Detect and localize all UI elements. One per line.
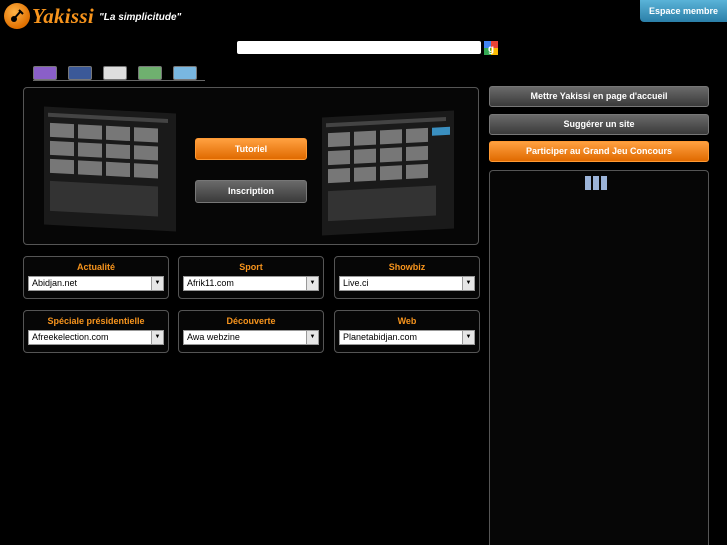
select-value: Abidjan.net [32, 278, 78, 288]
category-title: Spéciale présidentielle [47, 316, 145, 326]
select-value: Planetabidjan.com [343, 332, 418, 342]
tab-skype[interactable] [173, 66, 197, 80]
category-panel-showbiz: Showbiz Live.ci ▼ [334, 256, 480, 299]
contest-button[interactable]: Participer au Grand Jeu Concours [489, 141, 709, 162]
suggest-site-button[interactable]: Suggérer un site [489, 114, 709, 135]
category-title: Découverte [226, 316, 276, 326]
category-select[interactable]: Awa webzine ▼ [183, 330, 319, 345]
category-title: Actualité [76, 262, 115, 272]
slogan: "La simplicitude" [99, 12, 182, 23]
category-panel-web: Web Planetabidjan.com ▼ [334, 310, 480, 353]
select-value: Awa webzine [187, 332, 240, 342]
google-icon[interactable]: g [484, 41, 498, 55]
category-title: Showbiz [388, 262, 426, 272]
tutorial-button[interactable]: Tutoriel [195, 138, 307, 160]
category-panel-presidentielle: Spéciale présidentielle Afreekelection.c… [23, 310, 169, 353]
category-select[interactable]: Abidjan.net ▼ [28, 276, 164, 291]
member-area-button[interactable]: Espace membre [640, 0, 727, 22]
select-value: Afrik11.com [187, 278, 234, 288]
tabs-divider [33, 80, 205, 81]
logo-text: Yakissi [32, 3, 95, 28]
category-select[interactable]: Afreekelection.com ▼ [28, 330, 164, 345]
search-input[interactable] [237, 41, 481, 54]
guitar-logo-icon [4, 3, 30, 29]
signup-button[interactable]: Inscription [195, 180, 307, 203]
category-panel-sport: Sport Afrik11.com ▼ [178, 256, 324, 299]
category-select[interactable]: Afrik11.com ▼ [183, 276, 319, 291]
chevron-down-icon[interactable]: ▼ [151, 331, 163, 344]
category-title: Web [397, 316, 417, 326]
screenshot-preview-left [44, 106, 176, 232]
chevron-down-icon[interactable]: ▼ [462, 277, 474, 290]
presentation-panel: Tutoriel Inscription [23, 87, 479, 245]
chevron-down-icon[interactable]: ▼ [306, 277, 318, 290]
tab-yahoo[interactable] [33, 66, 57, 80]
select-value: Afreekelection.com [32, 332, 109, 342]
screenshot-preview-right [322, 110, 454, 236]
svg-text:g: g [488, 44, 494, 55]
category-select[interactable]: Live.ci ▼ [339, 276, 475, 291]
select-value: Live.ci [343, 278, 369, 288]
chevron-down-icon[interactable]: ▼ [151, 277, 163, 290]
tab-youtube[interactable] [103, 66, 127, 80]
chevron-down-icon[interactable]: ▼ [306, 331, 318, 344]
category-title: Sport [239, 262, 263, 272]
set-homepage-button[interactable]: Mettre Yakissi en page d'accueil [489, 86, 709, 107]
tab-msn[interactable] [138, 66, 162, 80]
service-tabs [33, 66, 208, 80]
loading-icon [585, 176, 609, 190]
category-panel-decouverte: Découverte Awa webzine ▼ [178, 310, 324, 353]
tab-facebook[interactable] [68, 66, 92, 80]
category-panel-actualite: Actualité Abidjan.net ▼ [23, 256, 169, 299]
logo[interactable]: Yakissi [4, 3, 94, 29]
category-select[interactable]: Planetabidjan.com ▼ [339, 330, 475, 345]
chevron-down-icon[interactable]: ▼ [462, 331, 474, 344]
sidebar-widget-panel [489, 170, 709, 545]
